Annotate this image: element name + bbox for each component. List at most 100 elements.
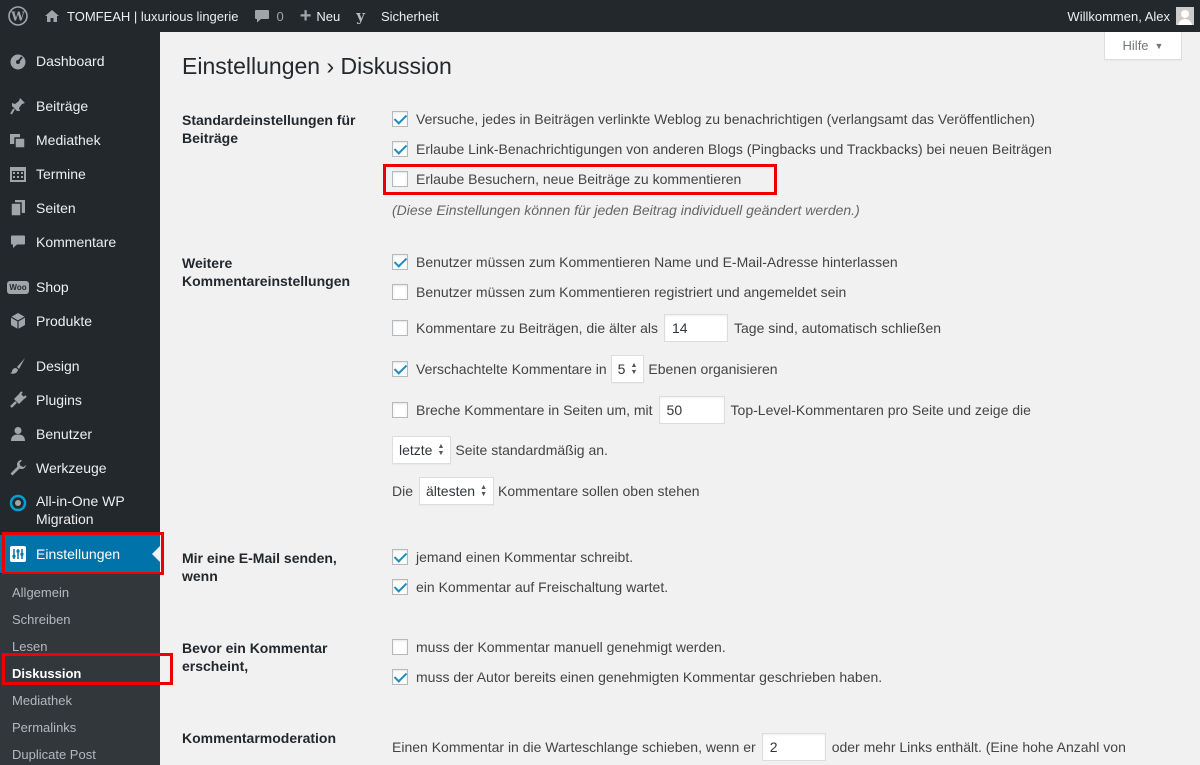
option-row-page-comments[interactable]: Breche Kommentare in Seiten um, mit 50 T… [392, 396, 1031, 424]
submenu-item-writing[interactable]: Schreiben [12, 612, 71, 627]
menu-label: Termine [36, 166, 86, 182]
checkbox-pingback[interactable] [392, 111, 408, 127]
comment-bubble-icon [254, 9, 270, 24]
option-label: Versuche, jedes in Beiträgen verlinkte W… [416, 111, 1035, 127]
option-row-ping-status[interactable]: Erlaube Link-Benachrichtigungen von ande… [392, 141, 1052, 157]
comment-order-select[interactable]: ältesten ▲ ▼ [419, 477, 494, 505]
option-label: Erlaube Besuchern, neue Beiträge zu komm… [416, 171, 742, 187]
menu-item-media[interactable]: Mediathek [0, 127, 160, 153]
new-content-link[interactable]: + Neu [292, 0, 349, 32]
option-row-moderation-notify[interactable]: ein Kommentar auf Freischaltung wartet. [392, 579, 668, 595]
checkbox-comment-status[interactable] [392, 171, 408, 187]
menu-item-products[interactable]: Produkte [0, 308, 160, 334]
brush-icon [0, 357, 36, 375]
section-title-moderation: Kommentarmoderation [182, 730, 337, 746]
option-label: oder mehr Links enthält. (Eine hohe Anza… [831, 739, 1126, 755]
menu-item-plugins[interactable]: Plugins [0, 387, 160, 413]
comments-link[interactable]: 0 [246, 0, 291, 32]
menu-label: Kommentare [36, 234, 117, 250]
option-row-require-name-email[interactable]: Benutzer müssen zum Kommentieren Name un… [392, 254, 898, 270]
admin-bar: W TOMFEAH | luxurious lingerie 0 + Neu y… [0, 0, 1200, 32]
site-name-link[interactable]: TOMFEAH | luxurious lingerie [36, 0, 246, 32]
thread-depth-select[interactable]: 5 ▲ ▼ [610, 355, 645, 383]
checkbox-thread-comments[interactable] [392, 361, 408, 377]
option-row-pingback[interactable]: Versuche, jedes in Beiträgen verlinkte W… [392, 111, 1035, 127]
menu-item-settings[interactable]: Einstellungen [0, 535, 160, 573]
security-link[interactable]: Sicherheit [373, 0, 447, 32]
default-comments-page-select[interactable]: letzte ▲ ▼ [392, 436, 452, 464]
option-label: Tage sind, automatisch schließen [734, 320, 942, 336]
menu-item-tools[interactable]: Werkzeuge [0, 455, 160, 481]
svg-text:W: W [10, 10, 25, 24]
home-icon [44, 9, 60, 23]
menu-item-dashboard[interactable]: Dashboard [0, 48, 160, 74]
select-value: ältesten [426, 483, 476, 499]
migration-icon [0, 492, 36, 512]
menu-label: Design [36, 358, 80, 374]
option-label: Top-Level-Kommentaren pro Seite und zeig… [730, 402, 1031, 418]
menu-label-line2: Migration [36, 511, 94, 527]
help-tab-button[interactable]: Hilfe ▼ [1104, 32, 1182, 60]
option-label: Die [392, 483, 414, 499]
checkbox-comment-moderation[interactable] [392, 639, 408, 655]
menu-item-shop[interactable]: Woo Shop [0, 274, 160, 300]
settings-submenu: Allgemein Schreiben Lesen Diskussion Med… [0, 574, 160, 765]
menu-label: Einstellungen [36, 546, 121, 562]
plug-icon [0, 391, 36, 409]
option-row-max-links: Einen Kommentar in die Warteschlange sch… [392, 733, 1126, 761]
option-row-comment-whitelist[interactable]: muss der Autor bereits einen genehmigten… [392, 669, 882, 685]
option-row-comments-notify[interactable]: jemand einen Kommentar schreibt. [392, 549, 633, 565]
pin-icon [0, 97, 36, 115]
option-row-registration[interactable]: Benutzer müssen zum Kommentieren registr… [392, 284, 846, 300]
menu-label: Dashboard [36, 53, 105, 69]
menu-item-pages[interactable]: Seiten [0, 195, 160, 221]
woo-icon: Woo [7, 280, 29, 294]
submenu-item-duplicate-post[interactable]: Duplicate Post [12, 747, 96, 762]
menu-item-users[interactable]: Benutzer [0, 421, 160, 447]
wordpress-logo-icon[interactable]: W [0, 0, 36, 32]
submenu-item-media[interactable]: Mediathek [12, 693, 72, 708]
menu-item-events[interactable]: Termine [0, 161, 160, 187]
yoast-seo-link[interactable]: y [348, 0, 373, 32]
option-row-comment-status[interactable]: Erlaube Besuchern, neue Beiträge zu komm… [392, 171, 741, 187]
comments-per-page-input[interactable]: 50 [658, 396, 725, 424]
caret-down-icon: ▼ [1154, 40, 1164, 51]
option-row-thread-comments[interactable]: Verschachtelte Kommentare in 5 ▲ ▼ Ebenen… [392, 355, 778, 383]
option-label: Kommentare sollen oben stehen [498, 483, 700, 499]
checkbox-page-comments[interactable] [392, 402, 408, 418]
wrench-icon [0, 459, 36, 477]
option-label: Kommentare zu Beiträgen, die älter als [416, 320, 659, 336]
checkbox-registration[interactable] [392, 284, 408, 300]
select-value: letzte [399, 442, 433, 458]
menu-item-all-in-one-wp-migration[interactable]: All-in-One WP Migration [0, 492, 160, 532]
menu-label: Werkzeuge [36, 460, 107, 476]
option-label: Seite standardmäßig an. [455, 442, 608, 458]
account-menu[interactable]: Willkommen, Alex [1059, 0, 1200, 32]
menu-label: Shop [36, 279, 69, 295]
option-row-close-comments[interactable]: Kommentare zu Beiträgen, die älter als 1… [392, 314, 941, 342]
section-title-email: Mir eine E-Mail senden, wenn [182, 550, 337, 584]
checkbox-moderation-notify[interactable] [392, 579, 408, 595]
select-value: 5 [617, 361, 626, 377]
help-label: Hilfe [1122, 38, 1149, 53]
checkbox-comments-notify[interactable] [392, 549, 408, 565]
submenu-item-general[interactable]: Allgemein [12, 585, 69, 600]
max-links-input[interactable]: 2 [761, 733, 826, 761]
submenu-item-permalinks[interactable]: Permalinks [12, 720, 76, 735]
submenu-item-discussion[interactable]: Diskussion [12, 666, 81, 681]
menu-item-posts[interactable]: Beiträge [0, 93, 160, 119]
option-label: Breche Kommentare in Seiten um, mit [416, 402, 653, 418]
close-days-input[interactable]: 14 [664, 314, 729, 342]
updown-arrows-icon: ▲ ▼ [480, 484, 487, 498]
user-icon [0, 426, 36, 442]
checkbox-require-name-email[interactable] [392, 254, 408, 270]
option-label: ein Kommentar auf Freischaltung wartet. [416, 579, 669, 595]
menu-item-design[interactable]: Design [0, 353, 160, 379]
checkbox-close-comments[interactable] [392, 320, 408, 336]
option-row-comment-moderation[interactable]: muss der Kommentar manuell genehmigt wer… [392, 639, 726, 655]
submenu-item-reading[interactable]: Lesen [12, 639, 47, 654]
checkbox-comment-whitelist[interactable] [392, 669, 408, 685]
section-title-other-comment-settings: Weitere Kommentareinstellungen [182, 255, 351, 289]
checkbox-ping-status[interactable] [392, 141, 408, 157]
menu-item-comments[interactable]: Kommentare [0, 229, 160, 255]
